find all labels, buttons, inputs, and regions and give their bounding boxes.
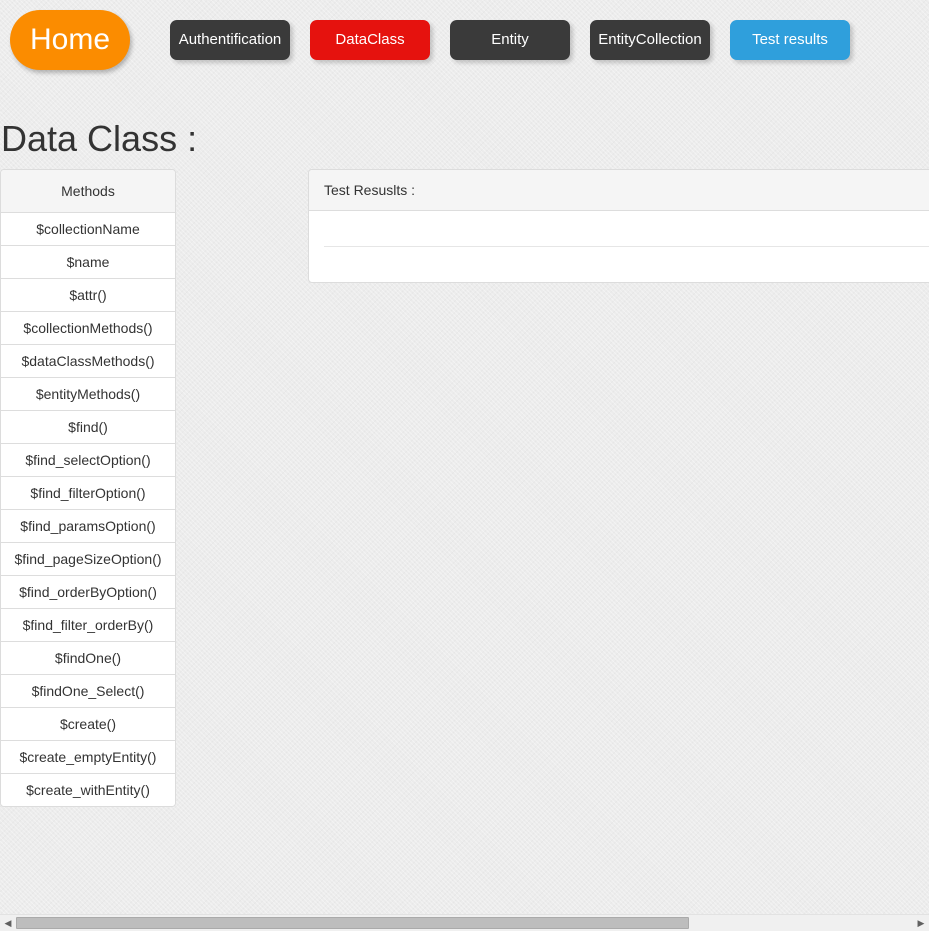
triangle-left-icon[interactable]: ◀: [0, 915, 16, 931]
nav-dataclass-button[interactable]: DataClass: [310, 20, 430, 60]
methods-list: Methods $collectionName $name $attr() $coll…: [0, 169, 176, 807]
methods-header: Methods: [1, 170, 175, 213]
methods-items: $collectionName $name $attr() $collectionMe…: [1, 213, 175, 806]
method-item[interactable]: $find_filterOption(): [1, 477, 175, 510]
method-item[interactable]: $create_emptyEntity(): [1, 741, 175, 774]
test-results-body: [309, 211, 929, 282]
method-item[interactable]: $find_paramsOption(): [1, 510, 175, 543]
method-item[interactable]: $name: [1, 246, 175, 279]
method-item[interactable]: $dataClassMethods(): [1, 345, 175, 378]
method-item[interactable]: $entityMethods(): [1, 378, 175, 411]
test-results-divider: [324, 246, 929, 247]
method-item[interactable]: $collectionMethods(): [1, 312, 175, 345]
nav-entity-button[interactable]: Entity: [450, 20, 570, 60]
page-title: Data Class :: [1, 118, 198, 159]
method-item[interactable]: $find(): [1, 411, 175, 444]
method-item[interactable]: $findOne(): [1, 642, 175, 675]
method-item[interactable]: $find_orderByOption(): [1, 576, 175, 609]
horizontal-scrollbar[interactable]: ◀ ▶: [0, 914, 929, 931]
test-results-panel: Test Resuslts :: [308, 169, 929, 283]
method-item[interactable]: $create_withEntity(): [1, 774, 175, 806]
method-item[interactable]: $create(): [1, 708, 175, 741]
nav-authentification-button[interactable]: Authentification: [170, 20, 290, 60]
nav-test-results-button[interactable]: Test results: [730, 20, 850, 60]
triangle-right-icon[interactable]: ▶: [913, 915, 929, 931]
nav-entitycollection-button[interactable]: EntityCollection: [590, 20, 710, 60]
method-item[interactable]: $find_pageSizeOption(): [1, 543, 175, 576]
method-item[interactable]: $find_filter_orderBy(): [1, 609, 175, 642]
method-item[interactable]: $attr(): [1, 279, 175, 312]
test-results-header: Test Resuslts :: [309, 170, 929, 211]
method-item[interactable]: $find_selectOption(): [1, 444, 175, 477]
home-button[interactable]: Home: [10, 10, 130, 70]
method-item[interactable]: $findOne_Select(): [1, 675, 175, 708]
scrollbar-thumb[interactable]: [16, 917, 689, 929]
method-item[interactable]: $collectionName: [1, 213, 175, 246]
